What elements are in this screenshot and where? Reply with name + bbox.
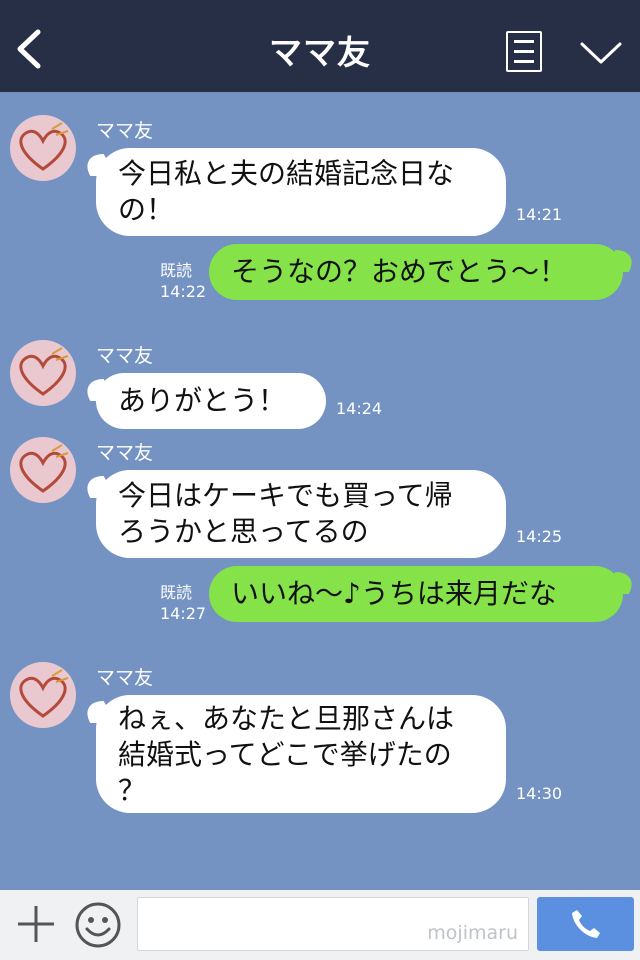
- message-bubble[interactable]: 今日はケーキでも買って帰 ろうかと思ってるの: [96, 470, 506, 558]
- app-header: ママ友: [0, 0, 640, 92]
- message-bubble[interactable]: ありがとう！: [96, 373, 326, 429]
- chat-area[interactable]: ママ友 今日私と夫の結婚記念日な の！ 14:21 既読 14:22 そうなの？…: [0, 92, 640, 890]
- message-bubble[interactable]: 今日私と夫の結婚記念日な の！: [96, 148, 506, 236]
- note-icon[interactable]: [506, 31, 542, 72]
- message-line: ろうかと思ってるの: [118, 515, 369, 548]
- message-line: 今日私と夫の結婚記念日な: [118, 157, 455, 190]
- call-button[interactable]: [537, 897, 634, 951]
- avatar[interactable]: [10, 340, 76, 406]
- sender-name: ママ友: [96, 345, 154, 367]
- message-time: 14:21: [516, 205, 563, 224]
- message-bubble-sent[interactable]: そうなの？おめでとう〜！: [209, 244, 623, 300]
- chat-title: ママ友: [269, 33, 371, 72]
- chevron-down-icon[interactable]: [578, 36, 624, 70]
- read-label: 既読: [160, 261, 193, 280]
- message-time: 14:22: [160, 282, 207, 301]
- sender-name: ママ友: [96, 442, 154, 464]
- message-text: そうなの？おめでとう〜！: [231, 255, 568, 288]
- message-bubble-sent[interactable]: いいね〜♪うちは来月だな: [209, 566, 623, 622]
- sender-name: ママ友: [96, 667, 154, 689]
- avatar[interactable]: [10, 437, 76, 503]
- read-label: 既読: [160, 583, 193, 602]
- sender-name: ママ友: [96, 120, 154, 142]
- message-text: いいね〜♪うちは来月だな: [231, 577, 557, 610]
- message-input[interactable]: mojimaru: [137, 897, 529, 951]
- phone-icon: [572, 910, 600, 938]
- message-line: ？: [118, 774, 147, 807]
- message-time: 14:30: [516, 784, 563, 803]
- message-time: 14:27: [160, 604, 207, 623]
- read-receipt: 既読 14:22: [160, 260, 206, 302]
- avatar[interactable]: [10, 115, 76, 181]
- watermark: mojimaru: [427, 922, 518, 944]
- message-line: ねぇ、あなたと旦那さんは: [118, 702, 455, 735]
- message-line: の！: [118, 193, 175, 226]
- message-time: 14:24: [336, 399, 383, 418]
- message-line: 結婚式ってどこで挙げたの: [118, 738, 452, 771]
- read-receipt: 既読 14:27: [160, 582, 206, 624]
- message-bubble[interactable]: ねぇ、あなたと旦那さんは 結婚式ってどこで挙げたの ？: [96, 695, 506, 813]
- smiley-icon[interactable]: [74, 901, 122, 949]
- message-time: 14:25: [516, 527, 563, 546]
- plus-icon[interactable]: [16, 904, 56, 944]
- message-line: ありがとう！: [118, 384, 287, 417]
- message-line: 今日はケーキでも買って帰: [118, 479, 453, 512]
- avatar[interactable]: [10, 662, 76, 728]
